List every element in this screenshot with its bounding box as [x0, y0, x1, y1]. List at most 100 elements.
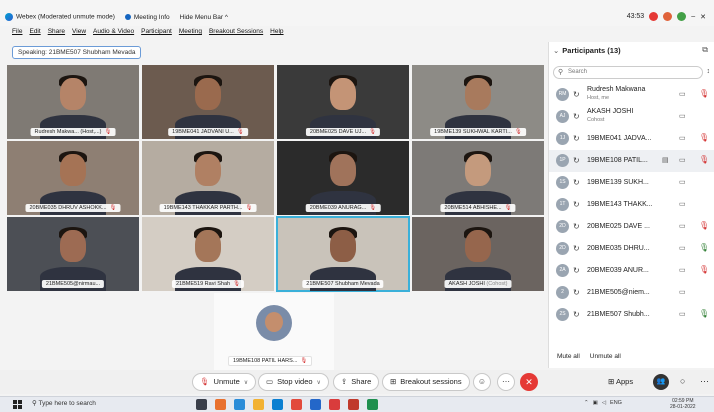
menu-share[interactable]: Share — [48, 28, 65, 35]
video-tile[interactable]: 19BME041 JADVANI U... 🎙 — [142, 65, 274, 139]
reactions-icon[interactable]: ☺ — [473, 373, 491, 391]
participant-row[interactable]: 1S ↻ 19BME139 SUKH... ▭ — [549, 172, 714, 194]
chrome-icon[interactable] — [291, 399, 302, 410]
mic-icon[interactable]: 🎙 — [699, 309, 709, 318]
sort-icon[interactable]: ↕ — [707, 68, 711, 75]
tile-name-label: 21BME507 Shubham Mevada — [302, 280, 384, 288]
video-tile[interactable]: 21BME519 Ravi Shah 🎙 — [142, 217, 274, 291]
participant-row[interactable]: 2D ↻ 20BME025 DAVE ... ▭ 🎙 — [549, 216, 714, 238]
camera-icon[interactable]: ▭ — [679, 90, 686, 98]
menu-help[interactable]: Help — [270, 28, 283, 35]
camera-icon[interactable]: ▭ — [679, 266, 686, 274]
camera-icon[interactable]: ▭ — [679, 178, 686, 186]
unmute-button[interactable]: 🎙 Unmute ∨ — [192, 373, 257, 391]
recording-icon[interactable] — [649, 12, 659, 21]
network-icon[interactable] — [677, 12, 687, 21]
minimize-button[interactable]: – — [691, 13, 695, 20]
participant-row[interactable]: 2S ↻ 21BME507 Shubh... ▭ 🎙 — [549, 304, 714, 326]
video-tile[interactable]: 19BME143 THAKKAR PARTH... 🎙 — [142, 141, 274, 215]
apps-button[interactable]: ⊞ Apps — [608, 377, 633, 386]
muted-mic-icon[interactable]: 🎙 — [699, 265, 709, 274]
mic-icon[interactable]: 🎙 — [699, 243, 709, 252]
participants-toggle-icon[interactable]: 👥 — [653, 374, 669, 390]
participant-row[interactable]: AJ ↻ AKASH JOSHI Cohost ▭ — [549, 106, 714, 128]
avatar: 1T — [556, 198, 569, 211]
app-icon[interactable] — [310, 399, 321, 410]
video-tile[interactable]: 20BME039 ANURAG... 🎙 — [277, 141, 409, 215]
muted-mic-icon[interactable]: 🎙 — [699, 89, 709, 98]
camera-icon[interactable]: ▭ — [679, 156, 686, 164]
video-tile[interactable]: 20BME035 DHRUV ASHOKK... 🎙 — [7, 141, 139, 215]
menu-edit[interactable]: Edit — [29, 28, 40, 35]
menu-meeting[interactable]: Meeting — [179, 28, 202, 35]
menu-file[interactable]: File — [12, 28, 22, 35]
tray-up-icon[interactable]: ⌃ — [584, 400, 589, 406]
status-icon: ↻ — [573, 288, 580, 297]
video-tile[interactable]: 21BME505@nirmau... — [7, 217, 139, 291]
hide-menu-bar-button[interactable]: Hide Menu Bar ^ — [180, 14, 228, 21]
participant-row[interactable]: 1T ↻ 19BME143 THAKK... ▭ — [549, 194, 714, 216]
video-tile-active-speaker[interactable]: 21BME507 Shubham Mevada — [276, 216, 410, 292]
excel-icon[interactable] — [367, 399, 378, 410]
chat-icon[interactable]: ▤ — [662, 156, 669, 164]
network-icon[interactable]: ▣ — [593, 400, 598, 406]
participant-row[interactable]: 1J ↻ 19BME041 JADVA... ▭ 🎙 — [549, 128, 714, 150]
video-tile[interactable]: AKASH JOSHI (Cohost) — [412, 217, 544, 291]
camera-icon[interactable]: ▭ — [679, 310, 686, 318]
more-options-icon[interactable]: ⋯ — [497, 373, 515, 391]
muted-mic-icon[interactable]: 🎙 — [699, 133, 709, 142]
menu-breakout-sessions[interactable]: Breakout Sessions — [209, 28, 263, 35]
participant-row[interactable]: 2 ↻ 21BME505@niem... ▭ — [549, 282, 714, 304]
breakout-sessions-button[interactable]: ⊞ Breakout sessions — [382, 373, 470, 391]
video-tile[interactable]: 20BME025 DAVE UJ... 🎙 — [277, 65, 409, 139]
participant-row[interactable]: 2D ↻ 20BME035 DHRU... ▭ 🎙 — [549, 238, 714, 260]
participant-row[interactable]: 1P ↻ 19BME108 PATIL... ▤ ▭ 🎙 — [549, 150, 714, 172]
app-icon[interactable] — [272, 399, 283, 410]
taskbar-search[interactable]: ⚲ Type here to search — [32, 399, 96, 407]
menu-participant[interactable]: Participant — [141, 28, 172, 35]
language-indicator[interactable]: ENG — [610, 400, 622, 406]
app-icon[interactable] — [215, 399, 226, 410]
meeting-info-button[interactable]: Meeting Info — [124, 14, 170, 21]
camera-icon[interactable]: ▭ — [679, 112, 686, 120]
close-button[interactable]: ✕ — [700, 13, 706, 21]
video-tile[interactable]: 20BME514 ABHISHE... 🎙 — [412, 141, 544, 215]
share-button[interactable]: ⇪ Share — [333, 373, 380, 391]
menu-view[interactable]: View — [72, 28, 86, 35]
status-icon[interactable] — [663, 12, 673, 21]
muted-mic-icon[interactable]: 🎙 — [699, 221, 709, 230]
participant-row[interactable]: RM ↻ Rudresh Makwana Host, me ▭ 🎙 — [549, 84, 714, 106]
tile-name-label: 21BME519 Ravi Shah 🎙 — [171, 280, 245, 288]
file-explorer-icon[interactable] — [253, 399, 264, 410]
app-icon[interactable] — [329, 399, 340, 410]
app-icon[interactable] — [234, 399, 245, 410]
unmute-all-button[interactable]: Unmute all — [590, 353, 621, 360]
avatar: 1S — [556, 176, 569, 189]
participant-name: 19BME139 SUKH... — [587, 179, 649, 186]
muted-mic-icon[interactable]: 🎙 — [699, 155, 709, 164]
task-view-icon[interactable] — [196, 399, 207, 410]
camera-icon[interactable]: ▭ — [679, 222, 686, 230]
chat-icon[interactable]: ○ — [680, 376, 685, 386]
camera-icon[interactable]: ▭ — [679, 288, 686, 296]
more-panels-icon[interactable]: ⋯ — [700, 376, 709, 387]
pdf-icon[interactable] — [348, 399, 359, 410]
popout-icon[interactable]: ⧉ — [702, 45, 708, 55]
leave-meeting-button[interactable]: ✕ — [520, 373, 538, 391]
participants-header[interactable]: ⌄ Participants (13) — [553, 46, 621, 55]
camera-icon[interactable]: ▭ — [679, 244, 686, 252]
stop-video-button[interactable]: ▭ Stop video ∨ — [258, 373, 329, 391]
video-tile[interactable]: 19BME139 SUKHWAL KARTI... 🎙 — [412, 65, 544, 139]
menu-audio-video[interactable]: Audio & Video — [93, 28, 134, 35]
muted-mic-icon: 🎙 — [300, 358, 308, 364]
participant-search-input[interactable]: ⚲ Search — [553, 66, 703, 79]
windows-start-icon[interactable] — [13, 400, 22, 409]
video-tile[interactable]: Rudresh Makwa... (Host,...) 🎙 — [7, 65, 139, 139]
volume-icon[interactable]: ◁ — [602, 400, 606, 406]
participant-row[interactable]: 2A ↻ 20BME039 ANUR... ▭ 🎙 — [549, 260, 714, 282]
taskbar-clock[interactable]: 02:59 PM 28-01-2022 — [670, 398, 696, 410]
self-view-tile[interactable]: 19BME108 PATIL HARS... 🎙 — [214, 293, 334, 371]
mute-all-button[interactable]: Mute all — [557, 353, 580, 360]
camera-icon[interactable]: ▭ — [679, 200, 686, 208]
camera-icon[interactable]: ▭ — [679, 134, 686, 142]
